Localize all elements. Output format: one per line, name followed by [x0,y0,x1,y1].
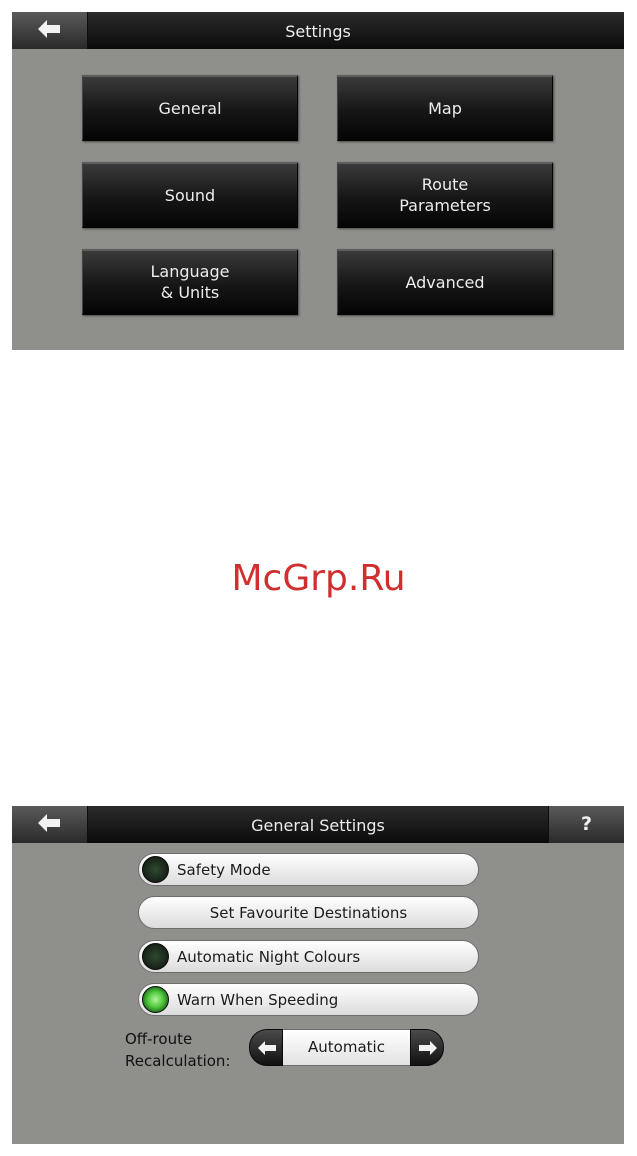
off-route-recalculation-label: Off-route Recalculation: [125,1030,231,1070]
sound-button[interactable]: Sound [82,162,298,228]
language-units-button[interactable]: Language & Units [82,249,298,315]
map-button[interactable]: Map [337,75,553,141]
off-route-recalculation-selector: Automatic [249,1029,444,1066]
safety-mode-toggle[interactable]: Safety Mode [138,853,479,886]
previous-option-button[interactable] [249,1029,283,1066]
watermark: McGrp.Ru [231,558,406,599]
page-title: General Settings [251,816,385,835]
next-option-button[interactable] [410,1029,444,1066]
advanced-button[interactable]: Advanced [337,249,553,315]
back-button[interactable] [12,806,88,843]
general-button[interactable]: General [82,75,298,141]
page-title: Settings [285,22,351,41]
back-button[interactable] [12,12,88,49]
toggle-indicator-on [142,986,169,1013]
set-favourite-destinations-button[interactable]: Set Favourite Destinations [138,896,479,929]
settings-screen: Settings General Map Sound Route Paramet… [12,12,624,350]
help-button[interactable]: ? [548,806,624,843]
toggle-indicator-off [142,856,169,883]
warn-when-speeding-toggle[interactable]: Warn When Speeding [138,983,479,1016]
off-route-recalculation-value: Automatic [283,1029,410,1066]
general-settings-screen: General Settings ? Safety Mode Set Favou… [12,806,624,1144]
general-settings-title-bar: General Settings ? [12,806,624,843]
route-parameters-button[interactable]: Route Parameters [337,162,553,228]
right-arrow-icon [419,1041,437,1055]
left-arrow-icon [38,814,60,832]
left-arrow-icon [258,1041,276,1055]
left-arrow-icon [38,20,60,38]
settings-title-bar: Settings [12,12,624,49]
automatic-night-colours-toggle[interactable]: Automatic Night Colours [138,940,479,973]
toggle-indicator-off [142,943,169,970]
